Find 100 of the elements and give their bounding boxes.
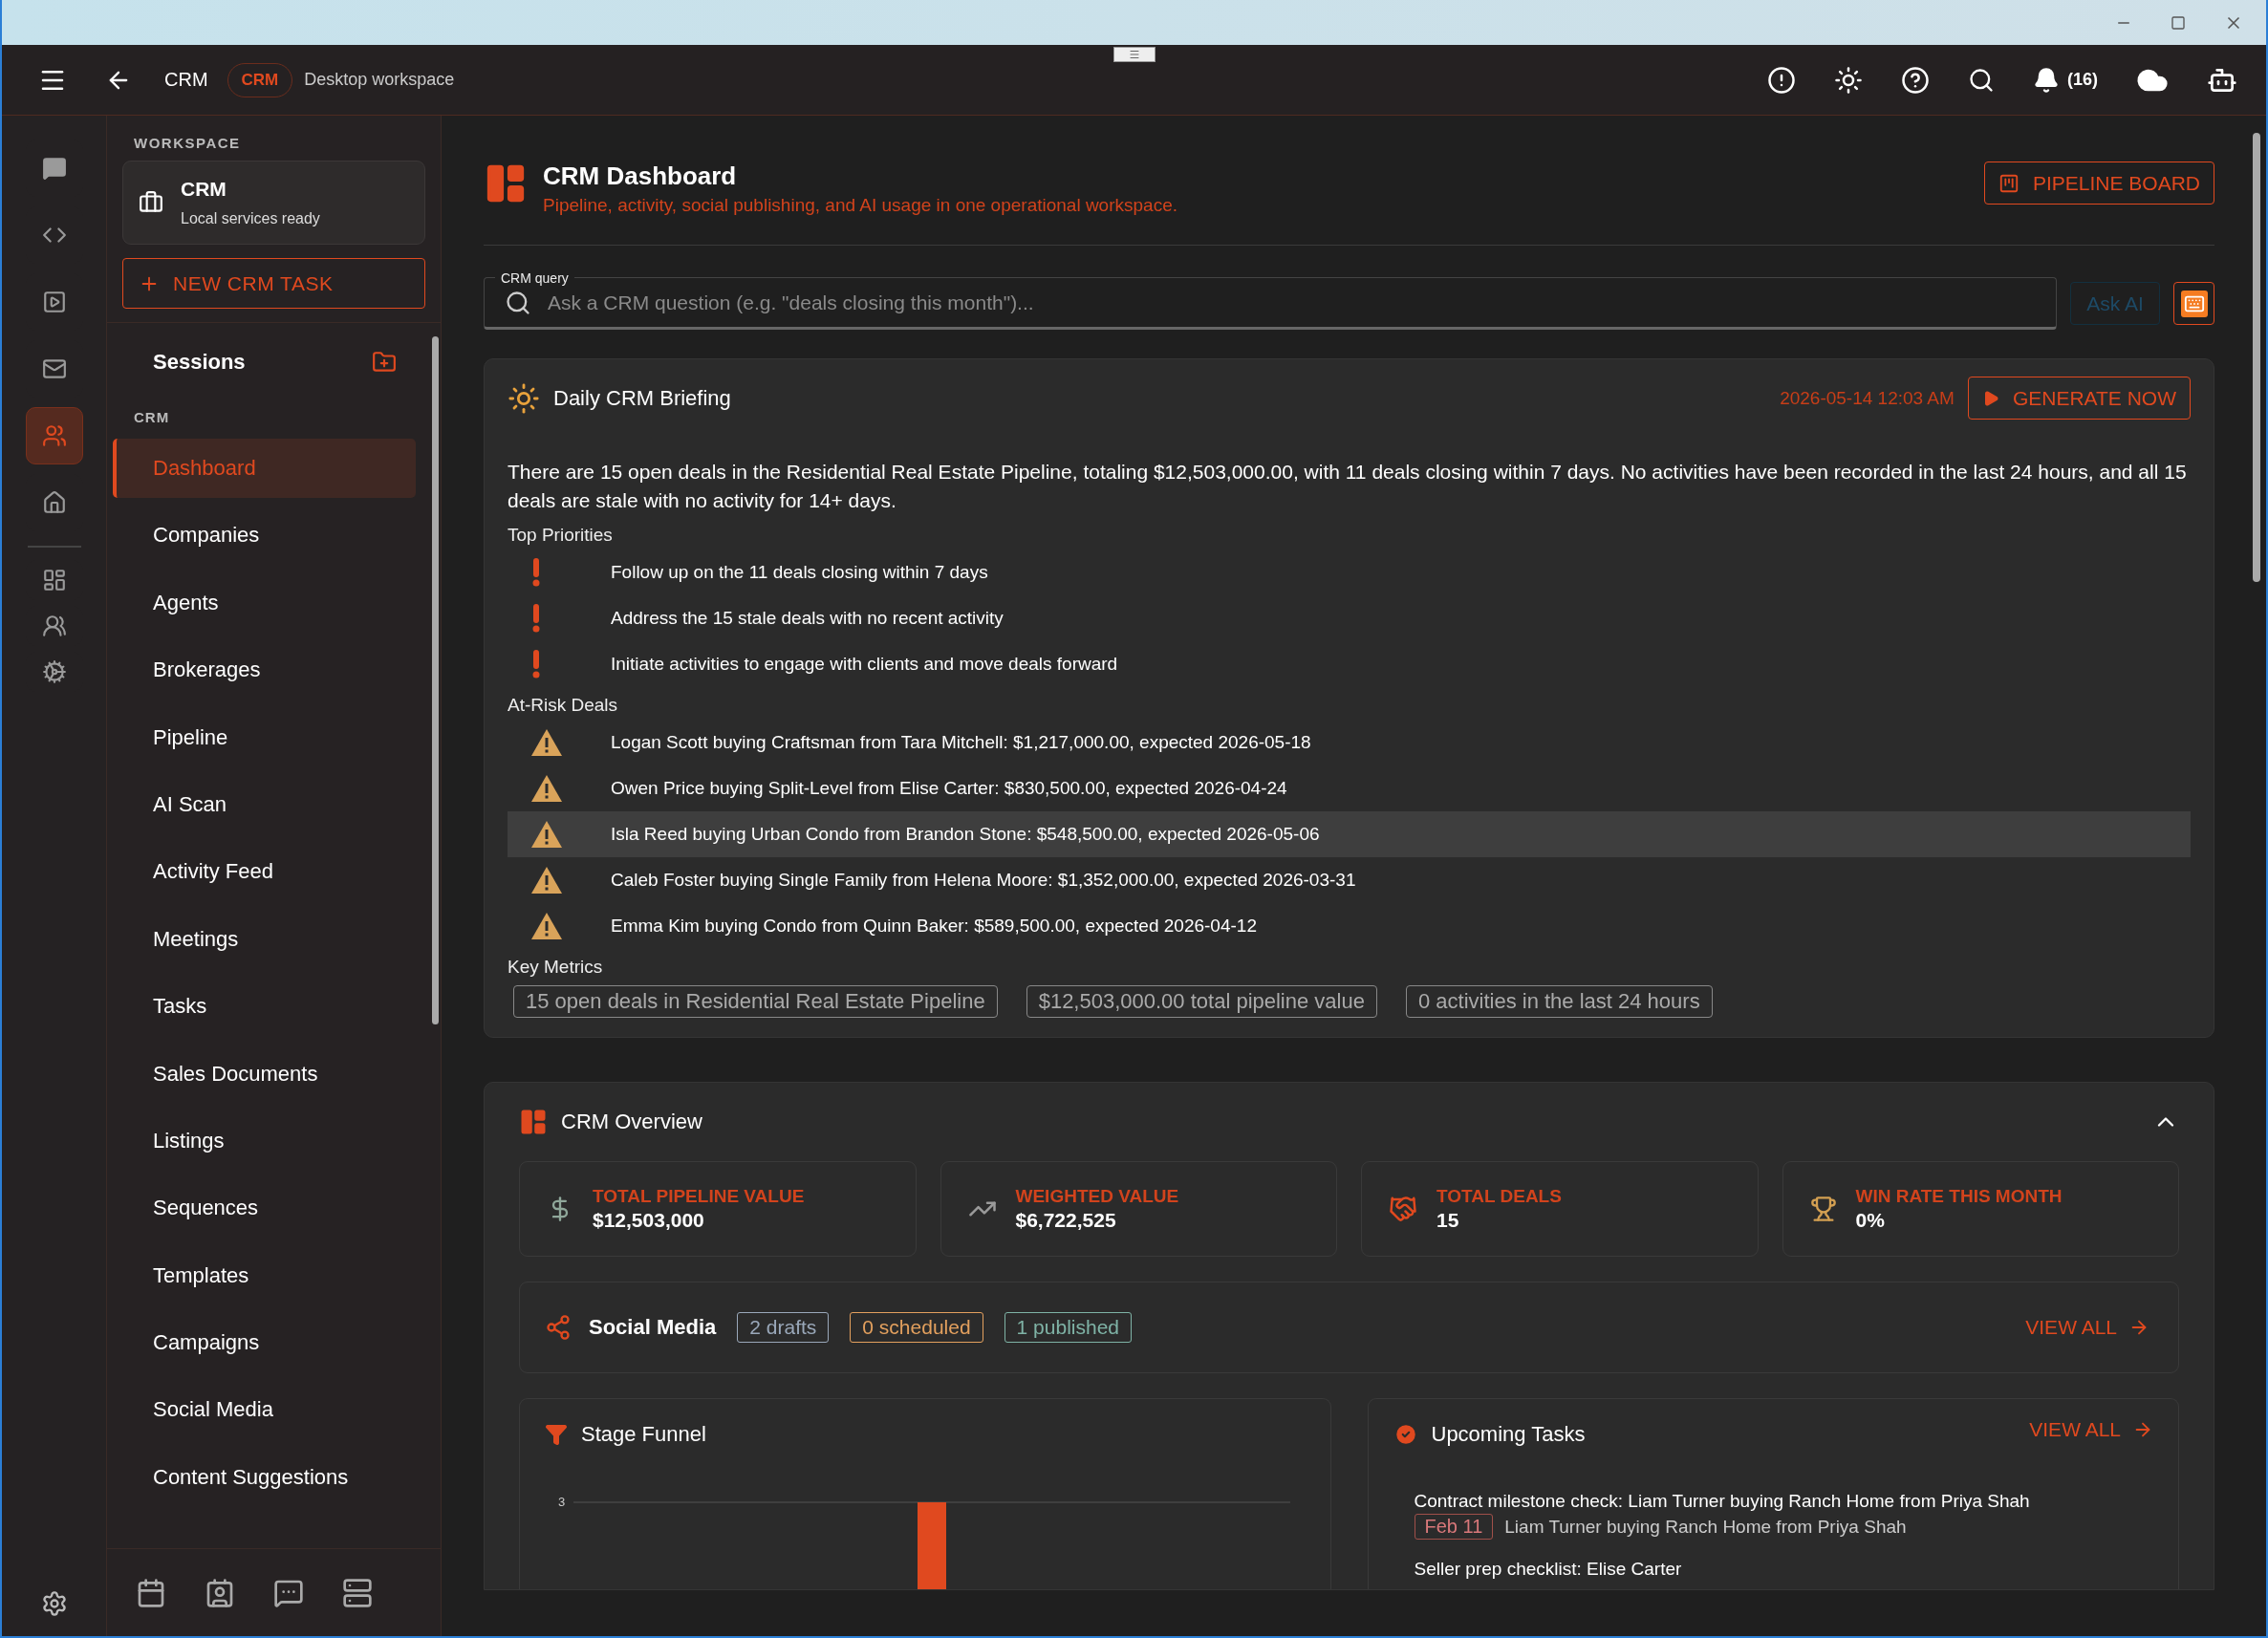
pipeline-board-button[interactable]: PIPELINE BOARD	[1983, 162, 2214, 205]
media-icon	[41, 290, 67, 314]
group-label: CRM	[134, 409, 171, 425]
nav-item[interactable]: Campaigns	[113, 1313, 416, 1373]
section-heading: Top Priorities	[508, 525, 614, 546]
gears-icon	[41, 659, 67, 684]
warning-icon	[530, 912, 563, 940]
kanban-icon	[1998, 172, 2020, 194]
settings-icon[interactable]	[40, 1590, 68, 1617]
exclamation-icon	[532, 558, 540, 587]
help-button[interactable]	[1901, 65, 1930, 95]
team-icon	[41, 614, 67, 638]
workspace-card[interactable]: CRM Local services ready	[122, 161, 425, 245]
nav-item[interactable]: Listings	[113, 1110, 416, 1171]
priority-text: Address the 15 stale deals with no recent activity	[611, 608, 1004, 629]
mail-icon	[41, 356, 67, 381]
rail-button[interactable]	[25, 407, 83, 464]
bell-icon	[2033, 66, 2060, 94]
calendar-icon[interactable]	[136, 1577, 166, 1608]
nav-item[interactable]: Companies	[113, 506, 416, 566]
workspace-status: Local services ready	[181, 210, 320, 227]
page-subtitle: Pipeline, activity, social publishing, and AI usage in one operational workspace.	[543, 195, 1177, 216]
stat-label: TOTAL DEALS	[1436, 1186, 1562, 1207]
warning-icon	[530, 728, 563, 757]
nav-item[interactable]: Social Media	[113, 1380, 416, 1440]
nav-item[interactable]: Pipeline	[113, 707, 416, 767]
exclamation-icon	[532, 604, 540, 633]
workspace-subtitle: Desktop workspace	[304, 70, 455, 90]
search-button[interactable]	[1968, 66, 1995, 94]
status-chip: 0 scheduled	[850, 1312, 983, 1343]
sun-icon	[508, 381, 540, 415]
overview-icon	[519, 1108, 548, 1136]
nav-item[interactable]: Meetings	[113, 909, 416, 969]
breadcrumb: CRM	[164, 69, 208, 91]
nav-item[interactable]: Content Suggestions	[113, 1447, 416, 1507]
date-chip: Feb 11	[1414, 1514, 1494, 1540]
briefcase-icon	[139, 190, 163, 215]
briefing-title: Daily CRM Briefing	[553, 385, 731, 411]
handshake-icon	[1389, 1195, 1417, 1223]
stat-label: WEIGHTED VALUE	[1015, 1186, 1179, 1207]
timestamp: 2026-05-14 12:03 AM	[1780, 387, 1955, 409]
metric-chip: $12,503,000.00 total pipeline value	[1026, 985, 1377, 1018]
home-icon	[41, 490, 67, 515]
stat-value: 15	[1436, 1209, 1460, 1232]
section-label: WORKSPACE	[134, 135, 242, 151]
page-title: CRM Dashboard	[543, 162, 738, 191]
stat-label: TOTAL PIPELINE VALUE	[593, 1186, 805, 1207]
metric-chip: 15 open deals in Residential Real Estate Pipeline	[513, 985, 998, 1018]
stat-value: 0%	[1855, 1209, 1886, 1232]
axis-tick-label: 3	[558, 1495, 566, 1509]
sessions-label: Sessions	[153, 350, 246, 375]
filter-icon	[545, 1423, 568, 1446]
section-heading: At-Risk Deals	[508, 695, 619, 716]
status-chip: 1 published	[1004, 1312, 1132, 1343]
notifications-button[interactable]: (16)	[2033, 66, 2098, 94]
task-deal: Liam Turner buying Ranch Home from Priya Shah	[1504, 1516, 1907, 1538]
briefing-summary: There are 15 open deals in the Residential Real Estate Pipeline, totaling $12,503,000.00, with 11 deals closing within 7 days. No activities have been recorded in the last 24 hours, and all 15 deals are stale with no activity for 14+ days.	[508, 460, 2188, 513]
theme-button[interactable]	[1834, 65, 1863, 95]
search-icon	[505, 290, 531, 316]
drag-handle[interactable]	[1113, 47, 1156, 62]
nav-item[interactable]: Sales Documents	[113, 1044, 416, 1104]
deal-row[interactable]: Isla Reed buying Urban Condo from Brandon Stone: $548,500.00, expected 2026-05-06	[508, 811, 2191, 857]
nav-item[interactable]: AI Scan	[113, 774, 416, 834]
funnel-title: Stage Funnel	[581, 1422, 706, 1447]
warning-icon	[530, 774, 563, 803]
nav-item[interactable]: Activity Feed	[113, 842, 416, 902]
metric-chip: 0 activities in the last 24 hours	[1405, 985, 1713, 1018]
warning-icon	[530, 820, 563, 849]
task-title[interactable]: Seller prep checklist: Elise Carter	[1414, 1559, 2153, 1580]
alert-button[interactable]	[1767, 65, 1796, 95]
chat-icon	[41, 156, 67, 181]
exclamation-icon	[532, 650, 540, 679]
nav-item[interactable]: Sequences	[113, 1178, 416, 1239]
nav-item[interactable]: Agents	[113, 572, 416, 633]
stat-label: WIN RATE THIS MONTH	[1855, 1186, 2063, 1207]
social-title: Social Media	[589, 1315, 717, 1340]
section-heading: Key Metrics	[508, 957, 604, 978]
nav-item[interactable]: Tasks	[113, 977, 416, 1037]
field-label: CRM query	[495, 270, 574, 286]
priority-text: Initiate activities to engage with clients and move deals forward	[611, 654, 1118, 675]
list-icon[interactable]	[342, 1577, 373, 1608]
nav-item[interactable]: Brokerages	[113, 640, 416, 700]
tasks-title: Upcoming Tasks	[1431, 1422, 1586, 1447]
keyboard-button[interactable]	[2173, 282, 2214, 325]
warning-icon	[530, 866, 563, 894]
new-folder-icon[interactable]	[372, 350, 397, 375]
workspace-name: CRM	[181, 178, 227, 201]
dashboard-icon	[41, 568, 67, 593]
nav-item[interactable]: Templates	[113, 1245, 416, 1305]
new-task-button[interactable]: NEW CRM TASK	[122, 258, 425, 309]
trophy-icon	[1809, 1196, 1837, 1222]
maximize-icon[interactable]	[2171, 14, 2186, 31]
stat-value: $6,722,525	[1015, 1209, 1117, 1232]
people-icon	[41, 423, 67, 448]
contact-icon[interactable]	[205, 1577, 235, 1608]
task-title[interactable]: Contract milestone check: Liam Turner buying Ranch Home from Priya Shah	[1414, 1491, 2153, 1512]
overview-title: CRM Overview	[561, 1110, 702, 1134]
share-icon	[545, 1314, 572, 1341]
priority-text: Follow up on the 11 deals closing within 7 days	[611, 562, 988, 583]
stat-value: $12,503,000	[593, 1209, 705, 1232]
